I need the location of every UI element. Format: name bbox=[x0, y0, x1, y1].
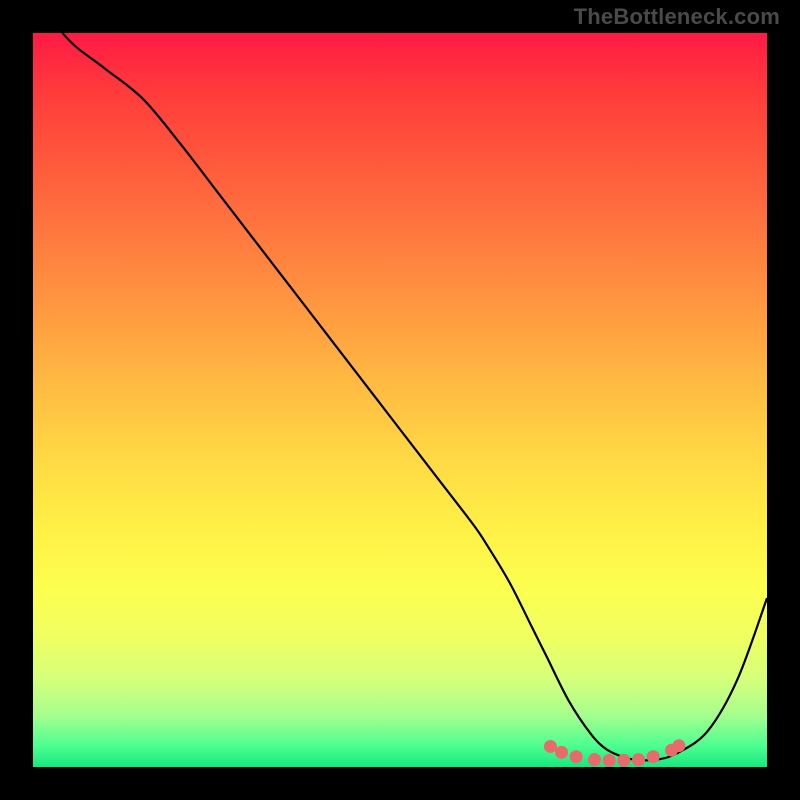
plateau-marker bbox=[672, 739, 685, 752]
watermark-text: TheBottleneck.com bbox=[574, 4, 780, 30]
plateau-marker bbox=[603, 754, 616, 767]
plateau-marker bbox=[647, 750, 660, 763]
chart-container: TheBottleneck.com bbox=[0, 0, 800, 800]
plateau-marker bbox=[555, 746, 568, 759]
bottleneck-curve bbox=[62, 33, 767, 760]
plateau-marker bbox=[588, 753, 601, 766]
plateau-marker bbox=[544, 740, 557, 753]
plateau-marker bbox=[632, 753, 645, 766]
plateau-marker bbox=[617, 754, 630, 767]
curve-svg bbox=[33, 33, 767, 767]
plateau-marker bbox=[570, 750, 583, 763]
plot-area bbox=[33, 33, 767, 767]
